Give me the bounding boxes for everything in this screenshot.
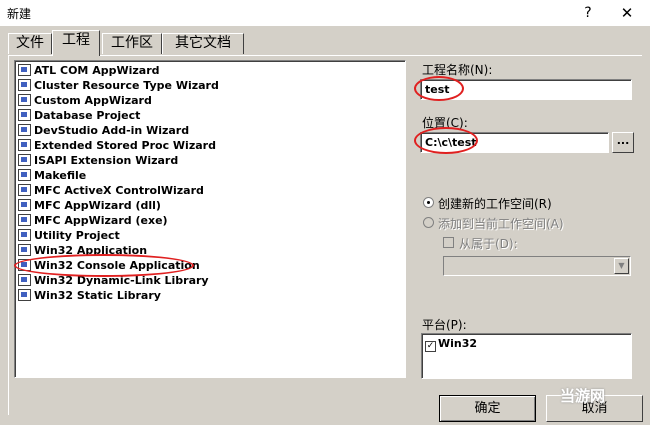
dependency-select[interactable]: ▼ (443, 256, 631, 276)
list-item[interactable]: Utility Project (18, 228, 120, 243)
list-item[interactable]: Win32 Dynamic-Link Library (18, 273, 209, 288)
dependency-label: 从属于(D): (459, 237, 518, 251)
create-new-workspace-label: 创建新的工作空间(R) (438, 197, 552, 211)
location-input[interactable]: C:\c\test (420, 132, 609, 153)
close-button[interactable]: ✕ (612, 2, 642, 24)
tab-workspaces[interactable]: 工作区 (102, 33, 162, 54)
window-title: 新建 (7, 7, 32, 21)
location-label: 位置(C): (422, 116, 468, 130)
list-item[interactable]: Custom AppWizard (18, 93, 152, 108)
wizard-icon (18, 79, 31, 91)
list-item[interactable]: MFC ActiveX ControlWizard (18, 183, 204, 198)
list-item[interactable]: MFC AppWizard (dll) (18, 198, 161, 213)
wizard-icon (18, 139, 31, 151)
list-item[interactable]: Extended Stored Proc Wizard (18, 138, 216, 153)
list-item[interactable]: ATL COM AppWizard (18, 63, 160, 78)
add-to-workspace-label: 添加到当前工作空间(A) (438, 217, 564, 231)
list-item[interactable]: Win32 Application (18, 243, 147, 258)
utility-icon (18, 229, 31, 241)
tab-files[interactable]: 文件 (8, 33, 52, 54)
wizard-icon (18, 124, 31, 136)
library-icon (18, 289, 31, 301)
list-item[interactable]: Win32 Static Library (18, 288, 161, 303)
list-item[interactable]: Database Project (18, 108, 140, 123)
list-item[interactable]: ISAPI Extension Wizard (18, 153, 178, 168)
platform-list[interactable]: ✓ Win32 (421, 333, 632, 379)
list-item[interactable]: DevStudio Add-in Wizard (18, 123, 189, 138)
tab-other-documents[interactable]: 其它文档 (162, 33, 244, 54)
platform-label: 平台(P): (422, 318, 467, 332)
browse-button[interactable]: ... (612, 132, 634, 153)
library-icon (18, 274, 31, 286)
project-name-label: 工程名称(N): (422, 63, 493, 77)
list-item[interactable]: Cluster Resource Type Wizard (18, 78, 219, 93)
list-item[interactable]: Makefile (18, 168, 86, 183)
create-new-workspace-radio[interactable] (423, 197, 434, 208)
list-item-selected[interactable]: Win32 Console Application (18, 258, 200, 273)
wizard-icon (18, 199, 31, 211)
ok-button[interactable]: 确定 (439, 395, 536, 422)
database-icon (18, 109, 31, 121)
list-item[interactable]: MFC AppWizard (exe) (18, 213, 168, 228)
title-bar: 新建 ? ✕ (0, 0, 650, 26)
tab-projects[interactable]: 工程 (52, 30, 100, 56)
wizard-icon (18, 214, 31, 226)
add-to-workspace-radio[interactable] (423, 217, 434, 228)
project-name-input[interactable]: test (420, 79, 632, 100)
wizard-icon (18, 94, 31, 106)
dependency-checkbox[interactable] (443, 237, 454, 248)
console-icon (18, 259, 31, 271)
project-type-list[interactable]: ATL COM AppWizard Cluster Resource Type … (14, 60, 406, 378)
help-button[interactable]: ? (573, 2, 603, 24)
wizard-icon (18, 184, 31, 196)
wizard-icon (18, 64, 31, 76)
application-icon (18, 244, 31, 256)
checkbox-checked-icon[interactable]: ✓ (425, 341, 436, 352)
watermark: 当游网 (560, 387, 606, 405)
makefile-icon (18, 169, 31, 181)
chevron-down-icon[interactable]: ▼ (614, 258, 629, 274)
wizard-icon (18, 154, 31, 166)
platform-item-win32[interactable]: ✓ Win32 (425, 337, 477, 352)
